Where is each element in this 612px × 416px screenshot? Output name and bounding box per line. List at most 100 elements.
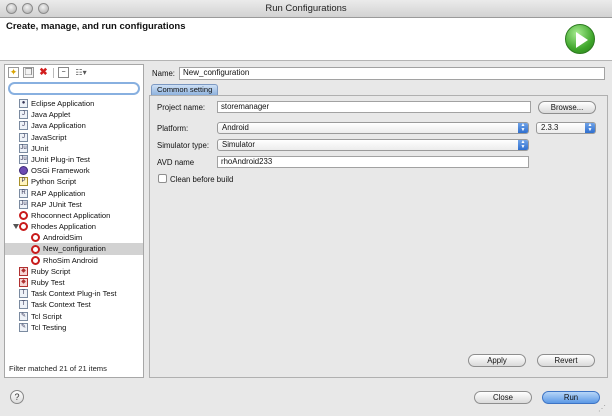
window-title: Run Configurations bbox=[265, 3, 347, 14]
revert-button[interactable]: Revert bbox=[537, 354, 595, 367]
filter-icon[interactable]: ☷▾ bbox=[73, 67, 89, 78]
tree-item-label: Ruby Script bbox=[31, 266, 71, 276]
rho-icon bbox=[19, 210, 28, 220]
tree-item-label: RhoSim Android bbox=[43, 255, 98, 265]
tree-item-label: Eclipse Application bbox=[31, 99, 95, 108]
tree-item[interactable]: Rhodes Application bbox=[5, 221, 143, 232]
tree-item[interactable]: ◆ Ruby Test bbox=[5, 277, 143, 288]
filter-status: Filter matched 21 of 21 items bbox=[9, 364, 107, 373]
tree-item-label: Ruby Test bbox=[31, 278, 65, 287]
tree-item-label: Tcl Script bbox=[31, 311, 62, 321]
expand-triangle-icon[interactable] bbox=[13, 224, 19, 230]
tree-toolbar: ✦ ❐ ✖ − ☷▾ bbox=[8, 67, 89, 78]
tree-item[interactable]: Ju RAP JUnit Test bbox=[5, 199, 143, 210]
tree-item[interactable]: ✎ Tcl Testing bbox=[5, 322, 143, 333]
tree-item[interactable]: New_configuration bbox=[5, 243, 143, 255]
platform-value: Android bbox=[222, 123, 249, 132]
java-applet-icon: J bbox=[19, 110, 28, 120]
browse-button[interactable]: Browse... bbox=[538, 101, 596, 114]
rho-icon bbox=[31, 233, 40, 243]
tcl-icon: ✎ bbox=[19, 311, 28, 321]
simulator-type-label: Simulator type: bbox=[157, 141, 210, 150]
tree-item-label: Java Application bbox=[31, 121, 86, 131]
tree-item[interactable]: J JavaScript bbox=[5, 132, 143, 143]
ruby-icon: ◆ bbox=[19, 266, 28, 276]
updown-arrows-icon: ▲ ▼ bbox=[585, 123, 595, 133]
run-button[interactable]: Run bbox=[542, 391, 600, 404]
project-name-field[interactable]: storemanager bbox=[217, 101, 531, 113]
tree-item[interactable]: J Java Application bbox=[5, 120, 143, 131]
configuration-editor: Name: New_configuration Common setting P… bbox=[149, 64, 608, 378]
task-test-icon: T bbox=[19, 300, 28, 310]
junit-icon: Ju bbox=[19, 143, 28, 153]
rap-icon: R bbox=[19, 188, 28, 198]
tree-item[interactable]: ◆ Ruby Script bbox=[5, 266, 143, 277]
apply-button[interactable]: Apply bbox=[468, 354, 526, 367]
tree-item-label: RAP JUnit Test bbox=[31, 199, 82, 209]
ruby-test-icon: ◆ bbox=[19, 278, 28, 288]
tree-item-label: JUnit Plug-in Test bbox=[31, 154, 90, 164]
platform-version-value: 2.3.3 bbox=[541, 123, 559, 132]
dialog-header: Create, manage, and run configurations bbox=[0, 18, 612, 61]
platform-select[interactable]: Android ▲ ▼ bbox=[217, 122, 529, 134]
close-button[interactable]: Close bbox=[474, 391, 532, 404]
tree-item-label: RAP Application bbox=[31, 188, 86, 198]
resize-grip-icon[interactable]: ⋰ bbox=[598, 404, 608, 414]
eclipse-icon: ● bbox=[19, 99, 28, 109]
tree-item[interactable]: Rhoconnect Application bbox=[5, 210, 143, 221]
separator bbox=[53, 67, 54, 78]
project-name-label: Project name: bbox=[157, 103, 206, 112]
tree-item-label: JUnit bbox=[31, 143, 49, 153]
tree-item[interactable]: T Task Context Test bbox=[5, 299, 143, 310]
name-field[interactable]: New_configuration bbox=[179, 67, 605, 80]
tree-item[interactable]: Ju JUnit bbox=[5, 143, 143, 154]
junit-plugin-icon: Ju bbox=[19, 155, 28, 165]
python-icon: P bbox=[19, 177, 28, 187]
clean-before-build-label: Clean before build bbox=[170, 175, 234, 184]
tab-content: Project name: storemanager Browse... Pla… bbox=[149, 95, 608, 378]
run-play-icon bbox=[565, 24, 595, 54]
configurations-tree-panel: ✦ ❐ ✖ − ☷▾ ● Eclipse Application J Java App… bbox=[4, 64, 144, 378]
tree-item-label: JavaScript bbox=[31, 132, 67, 142]
rap-junit-icon: Ju bbox=[19, 199, 28, 209]
tree-item[interactable]: P Python Script bbox=[5, 176, 143, 187]
tree-item-label: AndroidSim bbox=[43, 233, 83, 243]
filter-input[interactable] bbox=[8, 82, 140, 95]
delete-icon[interactable]: ✖ bbox=[38, 67, 49, 78]
simulator-type-select[interactable]: Simulator ▲ ▼ bbox=[217, 139, 529, 151]
tree-item[interactable]: T Task Context Plug-in Test bbox=[5, 288, 143, 299]
collapse-all-icon[interactable]: − bbox=[58, 67, 69, 78]
tree-item[interactable]: OSGi Framework bbox=[5, 165, 143, 176]
tree-item[interactable]: J Java Applet bbox=[5, 109, 143, 120]
tree-item[interactable]: RhoSim Android bbox=[5, 255, 143, 266]
platform-version-select[interactable]: 2.3.3 ▲ ▼ bbox=[536, 122, 596, 134]
platform-label: Platform: bbox=[157, 124, 189, 133]
clean-before-build-checkbox[interactable] bbox=[158, 174, 167, 183]
tree-item-label: Java Applet bbox=[31, 110, 71, 120]
tree-item[interactable]: ✎ Tcl Script bbox=[5, 311, 143, 322]
new-config-icon[interactable]: ✦ bbox=[8, 67, 19, 78]
rho-icon bbox=[31, 244, 40, 254]
avd-name-label: AVD name bbox=[157, 158, 195, 167]
tree-item-label: Tcl Testing bbox=[31, 322, 67, 332]
tree-item[interactable]: Ju JUnit Plug-in Test bbox=[5, 154, 143, 165]
tree-item-label: Task Context Test bbox=[31, 300, 91, 310]
updown-arrows-icon: ▲ ▼ bbox=[518, 123, 528, 133]
tree-item-label: Rhoconnect Application bbox=[31, 210, 111, 220]
javascript-icon: J bbox=[19, 132, 28, 142]
updown-arrows-icon: ▲ ▼ bbox=[518, 140, 528, 150]
tree-item[interactable]: R RAP Application bbox=[5, 188, 143, 199]
tree-item[interactable]: AndroidSim bbox=[5, 232, 143, 243]
duplicate-icon[interactable]: ❐ bbox=[23, 67, 34, 78]
tree-item-label: OSGi Framework bbox=[31, 166, 90, 176]
tree-item-label: New_configuration bbox=[43, 244, 106, 254]
window-titlebar: Run Configurations bbox=[0, 0, 612, 18]
tcl-test-icon: ✎ bbox=[19, 322, 28, 332]
tree-item[interactable]: ● Eclipse Application bbox=[5, 98, 143, 109]
tab-common-setting[interactable]: Common setting bbox=[151, 84, 219, 95]
avd-name-field[interactable]: rhoAndroid233 bbox=[217, 156, 529, 168]
osgi-icon bbox=[19, 166, 28, 176]
header-title: Create, manage, and run configurations bbox=[6, 21, 186, 32]
help-icon[interactable]: ? bbox=[10, 390, 24, 404]
tree-item-label: Task Context Plug-in Test bbox=[31, 289, 117, 299]
